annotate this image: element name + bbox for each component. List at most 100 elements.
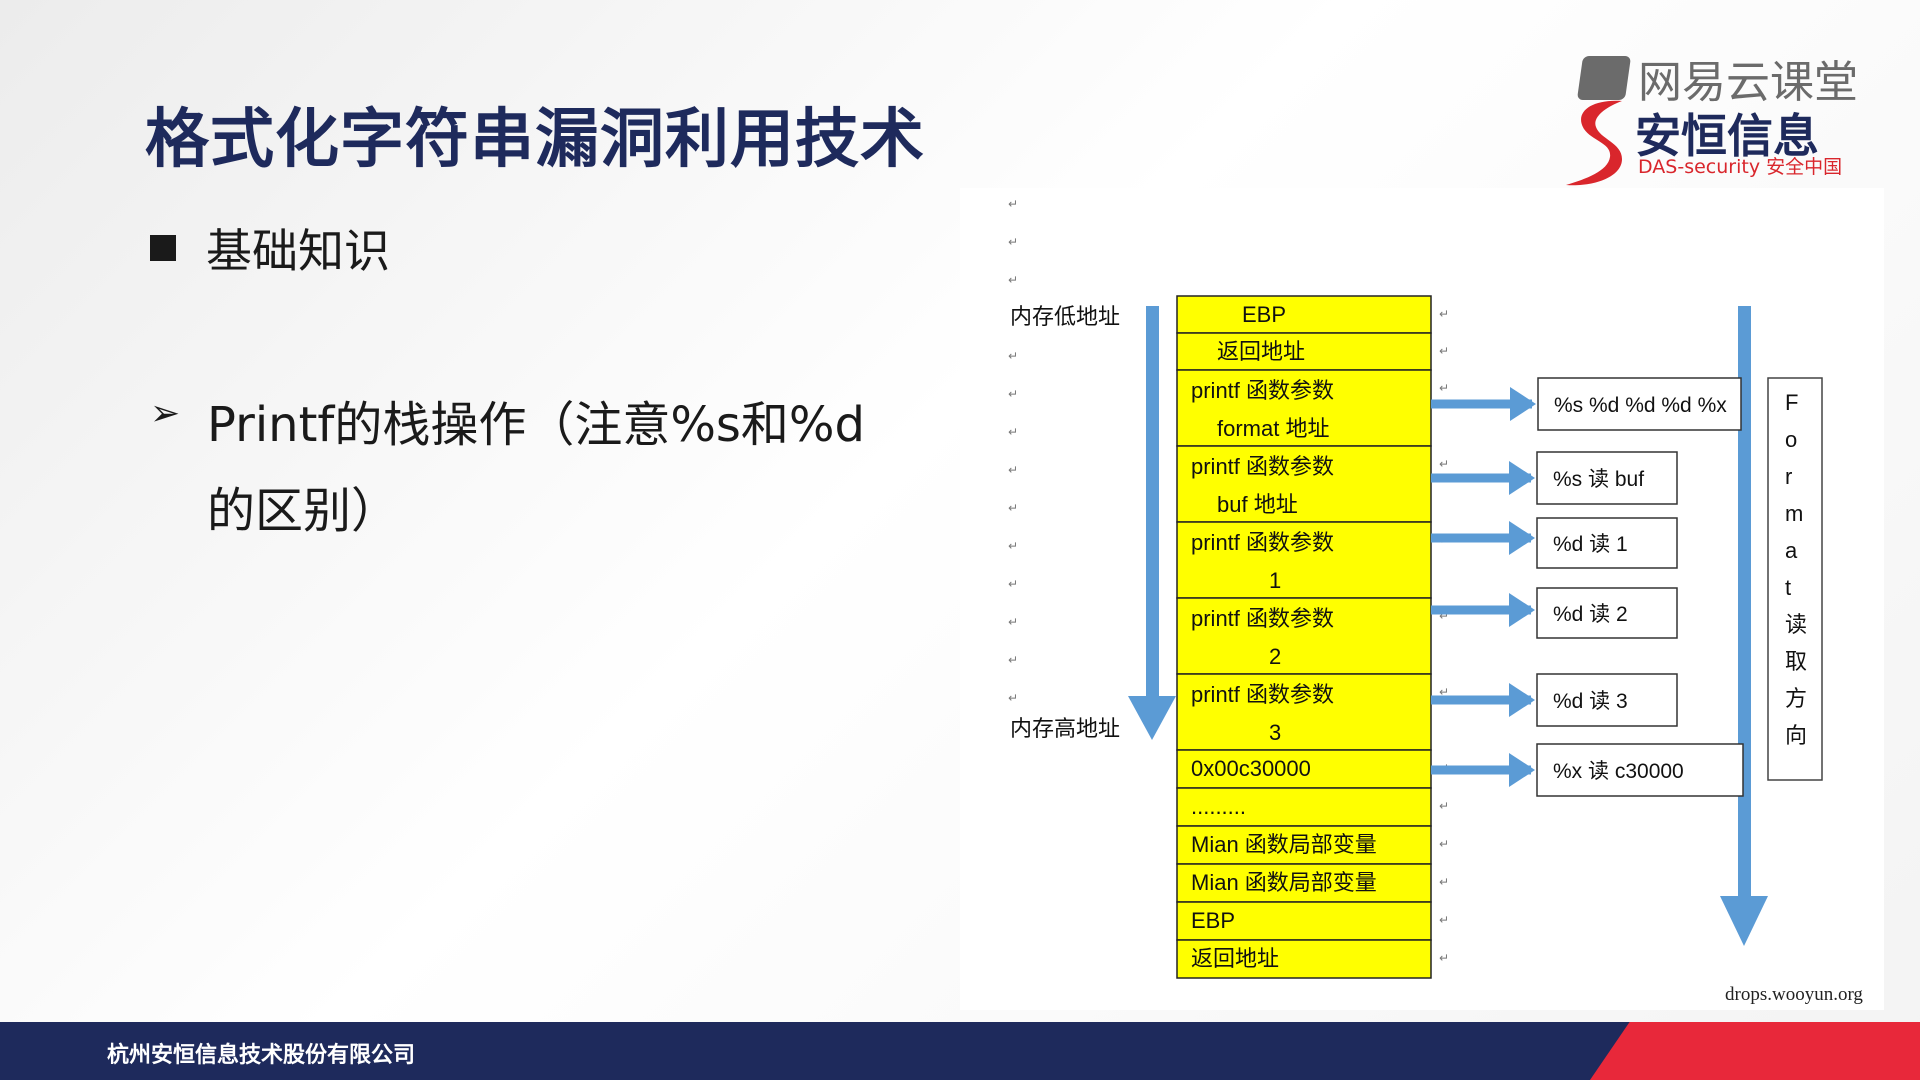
stack-cell-label: Mian 函数局部变量 bbox=[1191, 870, 1377, 895]
direction-char: 读 bbox=[1785, 612, 1807, 637]
format-box-label: %d 读 1 bbox=[1553, 533, 1628, 556]
direction-char: 向 bbox=[1785, 723, 1807, 748]
stack-cell-label: printf 函数参数 bbox=[1191, 606, 1334, 631]
format-box-label: %x 读 c30000 bbox=[1553, 760, 1684, 783]
stack-cell: Mian 函数局部变量 bbox=[1176, 863, 1432, 903]
dasecurity-s-icon bbox=[1566, 100, 1622, 186]
netease-cloud-icon bbox=[1576, 56, 1632, 100]
stack-cell: 返回地址 bbox=[1176, 939, 1432, 979]
arrow-bullet-icon: ➢ bbox=[150, 393, 181, 434]
stack-cell: printf 函数参数 buf 地址 bbox=[1176, 445, 1432, 523]
direction-char: m bbox=[1785, 501, 1803, 526]
read-arrow-head bbox=[1509, 753, 1535, 787]
sub-bullet-line-2: 的区别） bbox=[207, 483, 400, 539]
format-specifiers: %s %d %d %d %x %s 读 buf %d 读 1 %d 读 2 %d 读 3… bbox=[1431, 377, 1744, 797]
paragraph-mark: ↵ bbox=[1008, 653, 1018, 667]
stack-cell-sublabel: 2 bbox=[1269, 644, 1281, 669]
stack-cell-label: Mian 函数局部变量 bbox=[1191, 832, 1377, 857]
stack-cell: printf 函数参数 2 bbox=[1176, 597, 1432, 675]
footer-company: 杭州安恒信息技术股份有限公司 bbox=[107, 1043, 416, 1068]
stack-cell: EBP bbox=[1176, 901, 1432, 941]
read-arrow-head bbox=[1509, 683, 1535, 717]
square-bullet-icon bbox=[150, 235, 176, 261]
paragraph-mark: ↵ bbox=[1439, 381, 1449, 395]
paragraph-mark: ↵ bbox=[1008, 387, 1018, 401]
paragraph-mark: ↵ bbox=[1439, 913, 1449, 927]
paragraph-mark: ↵ bbox=[1439, 837, 1449, 851]
stack-cell-label: printf 函数参数 bbox=[1191, 682, 1334, 707]
sub-bullet-line-1: Printf的栈操作（注意%s和%d bbox=[207, 397, 866, 453]
stack-cell: 0x00c30000 bbox=[1176, 749, 1432, 789]
stack-cell: 返回地址 bbox=[1176, 332, 1432, 371]
format-specifier: %x 读 c30000 bbox=[1431, 743, 1744, 797]
paragraph-mark: ↵ bbox=[1008, 691, 1018, 705]
dasecurity-subtext: DAS-security 安全中国 bbox=[1638, 156, 1843, 178]
format-specifier: %d 读 3 bbox=[1431, 673, 1678, 727]
stack-cell-label: printf 函数参数 bbox=[1191, 378, 1334, 403]
stack-cell: EBP bbox=[1176, 295, 1432, 334]
low-address-label: 内存低地址 bbox=[1010, 304, 1120, 329]
stack-cell: ......... bbox=[1176, 787, 1432, 827]
stack-cell-sublabel: 3 bbox=[1269, 720, 1281, 745]
paragraph-mark: ↵ bbox=[1439, 875, 1449, 889]
brand-logo: 网易云课堂 安恒信息 DAS-security 安全中国 bbox=[1555, 40, 1895, 190]
format-box-label: %s 读 buf bbox=[1553, 468, 1644, 491]
bullet-basics: 基础知识 bbox=[150, 215, 390, 281]
paragraph-mark: ↵ bbox=[1008, 425, 1018, 439]
stack-diagram: ↵↵↵↵↵↵↵↵↵↵↵↵↵↵↵↵↵↵↵↵↵↵↵↵↵↵ 内存低地址 内存高地址 E… bbox=[960, 188, 1884, 1010]
read-arrow-head bbox=[1510, 387, 1536, 421]
format-specifier: %s 读 buf bbox=[1431, 451, 1678, 505]
paragraph-mark: ↵ bbox=[1008, 273, 1018, 287]
direction-char: F bbox=[1785, 390, 1798, 415]
stack-cell: printf 函数参数 3 bbox=[1176, 673, 1432, 751]
stack-cell: printf 函数参数 format 地址 bbox=[1176, 369, 1432, 447]
format-specifier: %s %d %d %d %x bbox=[1431, 377, 1742, 431]
bullet-text: 基础知识 bbox=[206, 224, 390, 278]
format-box-label: %d 读 2 bbox=[1553, 603, 1628, 626]
direction-char: a bbox=[1785, 538, 1798, 563]
direction-char: 取 bbox=[1785, 649, 1807, 674]
paragraph-mark: ↵ bbox=[1008, 235, 1018, 249]
direction-char: t bbox=[1785, 575, 1791, 600]
paragraph-mark: ↵ bbox=[1008, 349, 1018, 363]
format-specifier: %d 读 2 bbox=[1431, 587, 1678, 639]
paragraph-mark: ↵ bbox=[1008, 577, 1018, 591]
paragraph-mark: ↵ bbox=[1439, 344, 1449, 358]
slide-title: 格式化字符串漏洞利用技术 bbox=[145, 103, 925, 177]
footer-accent bbox=[1590, 1022, 1920, 1080]
format-box-label: %d 读 3 bbox=[1553, 690, 1628, 713]
stack-cell-label: 返回地址 bbox=[1217, 339, 1305, 364]
stack-cell-label: ......... bbox=[1191, 794, 1246, 819]
paragraph-mark: ↵ bbox=[1439, 307, 1449, 321]
stack-cell-label: EBP bbox=[1242, 302, 1286, 327]
paragraph-mark: ↵ bbox=[1008, 463, 1018, 477]
stack-cell-box bbox=[1176, 295, 1432, 334]
stack-cell-label: 0x00c30000 bbox=[1191, 756, 1311, 781]
direction-char: o bbox=[1785, 427, 1797, 452]
direction-char: r bbox=[1785, 464, 1792, 489]
format-box-label: %s %d %d %d %x bbox=[1554, 394, 1727, 417]
paragraph-mark: ↵ bbox=[1008, 197, 1018, 211]
stack-frame: EBP 返回地址 printf 函数参数 format 地址 printf 函数参数 bu… bbox=[1176, 295, 1432, 979]
paragraph-mark: ↵ bbox=[1008, 615, 1018, 629]
memory-direction-arrow bbox=[1128, 306, 1176, 740]
stack-diagram-svg: ↵↵↵↵↵↵↵↵↵↵↵↵↵↵↵↵↵↵↵↵↵↵↵↵↵↵ 内存低地址 内存高地址 E… bbox=[1008, 197, 1863, 1005]
read-arrow-head bbox=[1509, 521, 1535, 555]
paragraph-mark: ↵ bbox=[1008, 501, 1018, 515]
read-arrow-head bbox=[1509, 461, 1535, 495]
stack-cell-label: 返回地址 bbox=[1191, 946, 1279, 971]
paragraph-mark: ↵ bbox=[1439, 799, 1449, 813]
stack-cell-sublabel: format 地址 bbox=[1217, 416, 1329, 441]
source-caption: drops.wooyun.org bbox=[1725, 984, 1863, 1005]
stack-cell-label: printf 函数参数 bbox=[1191, 530, 1334, 555]
stack-cell: printf 函数参数 1 bbox=[1176, 521, 1432, 599]
high-address-label: 内存高地址 bbox=[1010, 716, 1120, 741]
format-specifier: %d 读 1 bbox=[1431, 517, 1678, 569]
direction-char: 方 bbox=[1785, 686, 1807, 711]
stack-cell-label: EBP bbox=[1191, 908, 1235, 933]
paragraph-mark: ↵ bbox=[1008, 539, 1018, 553]
read-arrow-head bbox=[1509, 593, 1535, 627]
stack-cell-label: printf 函数参数 bbox=[1191, 454, 1334, 479]
stack-cell-sublabel: 1 bbox=[1269, 568, 1281, 593]
paragraph-mark: ↵ bbox=[1439, 457, 1449, 471]
